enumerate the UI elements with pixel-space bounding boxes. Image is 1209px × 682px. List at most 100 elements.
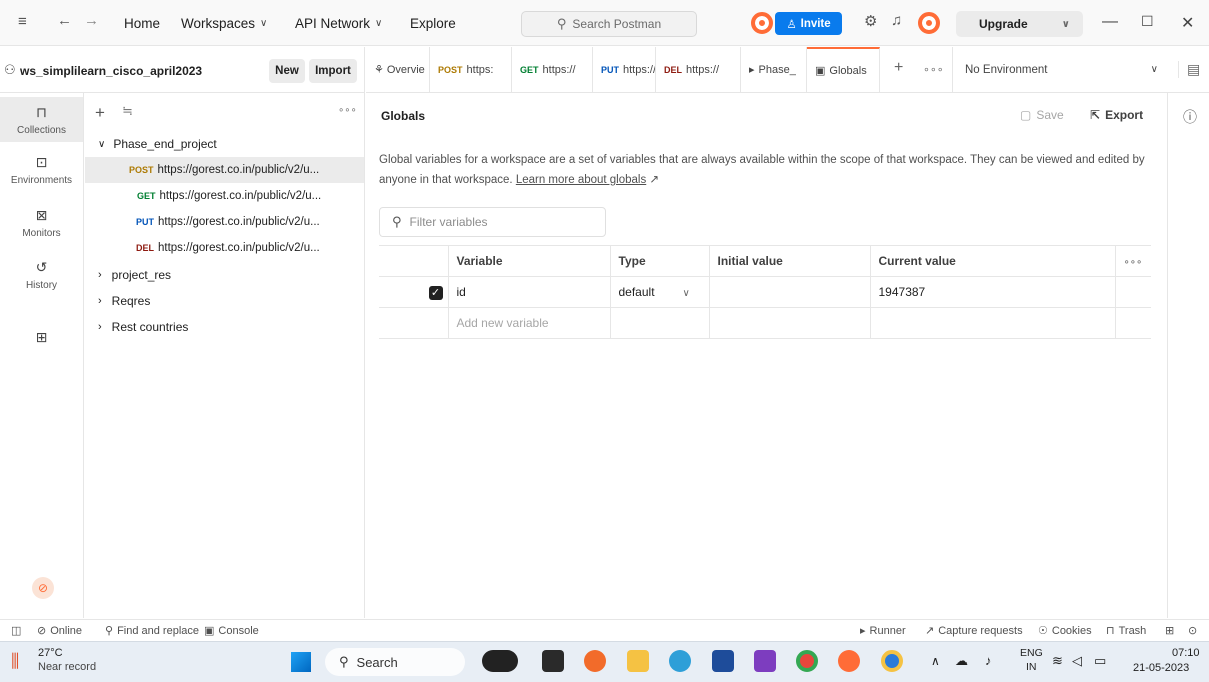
- new-button[interactable]: New: [269, 59, 305, 83]
- chevron-down-icon: ∨: [98, 138, 106, 150]
- filter-variables-input[interactable]: ⚲ Filter variables: [379, 207, 606, 237]
- chevron-up-icon[interactable]: ∧: [931, 654, 940, 668]
- chrome-icon[interactable]: [796, 650, 818, 672]
- tab-globals[interactable]: ▣ Globals: [807, 47, 880, 92]
- current-value-cell[interactable]: [870, 307, 1116, 339]
- trash-button[interactable]: ⊓ Trash: [1106, 624, 1146, 638]
- tree-collection-reqres[interactable]: › Reqres: [85, 288, 364, 314]
- tree-request-del[interactable]: DEL https://gorest.co.in/public/v2/u...: [85, 235, 364, 261]
- gear-icon[interactable]: ⚙: [864, 12, 877, 30]
- tab-get-request[interactable]: GET https://: [512, 47, 593, 92]
- file-explorer-icon[interactable]: [627, 650, 649, 672]
- battery-icon[interactable]: ▭: [1094, 653, 1106, 669]
- minimize-icon[interactable]: —: [1102, 13, 1118, 31]
- collection-filter[interactable]: ≒: [116, 101, 333, 123]
- add-icon[interactable]: +: [95, 103, 105, 123]
- online-status[interactable]: ⊘ Online: [37, 624, 82, 638]
- tree-collection-project-res[interactable]: › project_res: [85, 262, 364, 288]
- onenote-icon[interactable]: [754, 650, 776, 672]
- export-button[interactable]: ⇱ Export: [1090, 108, 1143, 122]
- postbot-icon[interactable]: ⊘: [32, 577, 54, 599]
- close-icon[interactable]: ✕: [1181, 13, 1194, 33]
- language-indicator[interactable]: ENG: [1020, 647, 1043, 659]
- upgrade-button[interactable]: Upgrade ∨: [956, 11, 1083, 37]
- cloud-icon[interactable]: ☁: [955, 653, 968, 669]
- nav-workspaces[interactable]: Workspaces ∨: [181, 0, 267, 46]
- tree-collection-phase-end-project[interactable]: ∨ Phase_end_project: [85, 131, 364, 157]
- sidebar-item-environments[interactable]: ⊡ Environments: [0, 154, 83, 186]
- menu-icon[interactable]: ≡: [18, 13, 27, 30]
- global-search[interactable]: ⚲ Search Postman: [521, 11, 697, 37]
- tab-put-request[interactable]: PUT https://: [593, 47, 656, 92]
- taskbar-search[interactable]: ⚲ Search: [325, 648, 465, 676]
- layout-icon[interactable]: ⊞: [1165, 624, 1174, 637]
- invite-button[interactable]: ♙ Invite: [775, 12, 842, 35]
- runner-button[interactable]: ▸ Runner: [860, 624, 906, 638]
- show-desktop[interactable]: [1200, 670, 1203, 673]
- nav-explore[interactable]: Explore: [410, 0, 456, 46]
- checkbox-checked[interactable]: ✓: [428, 285, 443, 300]
- tab-collection[interactable]: ▸ Phase_: [741, 47, 807, 92]
- tree-request-post[interactable]: POST https://gorest.co.in/public/v2/u...: [85, 157, 364, 183]
- store-icon[interactable]: [712, 650, 734, 672]
- find-replace-button[interactable]: ⚲ Find and replace: [105, 624, 199, 638]
- avatar[interactable]: [918, 12, 940, 34]
- add-variable-input[interactable]: Add new variable: [448, 307, 611, 339]
- console-button[interactable]: ▣ Console: [204, 624, 259, 638]
- capture-requests-button[interactable]: ↗ Capture requests: [925, 624, 1023, 638]
- variable-cell[interactable]: id: [448, 276, 611, 308]
- more-tabs-icon[interactable]: ∘∘∘: [923, 63, 944, 76]
- current-value-cell[interactable]: 1947387: [870, 276, 1116, 308]
- wifi-icon[interactable]: ≋: [1052, 653, 1063, 669]
- runner-label: Runner: [869, 624, 906, 637]
- tab-label: https://: [623, 63, 656, 76]
- nav-api-network[interactable]: API Network ∨: [295, 0, 382, 46]
- forward-arrow-icon[interactable]: →: [84, 12, 99, 29]
- type-select[interactable]: default ∨: [610, 276, 710, 308]
- toggle-sidebar-icon[interactable]: ◫: [11, 624, 21, 637]
- help-icon[interactable]: ⊙: [1188, 624, 1197, 637]
- sidebar-item-history[interactable]: ↺ History: [0, 259, 83, 291]
- tree-request-get[interactable]: GET https://gorest.co.in/public/v2/u...: [85, 183, 364, 209]
- tab-del-request[interactable]: DEL https://: [656, 47, 741, 92]
- firefox-icon[interactable]: [584, 650, 606, 672]
- postman-icon[interactable]: [838, 650, 860, 672]
- tree-collection-rest-countries[interactable]: › Rest countries: [85, 314, 364, 340]
- microphone-icon[interactable]: ♪: [985, 653, 992, 668]
- app-icon[interactable]: [881, 650, 903, 672]
- environment-selector[interactable]: No Environment ∨: [952, 47, 1168, 92]
- chevron-down-icon[interactable]: ∨: [1062, 19, 1070, 30]
- clock-time[interactable]: 07:10: [1172, 647, 1200, 659]
- tab-post-request[interactable]: POST https:: [430, 47, 512, 92]
- initial-value-cell[interactable]: [709, 276, 871, 308]
- environment-quick-look-icon[interactable]: ▤: [1178, 61, 1200, 78]
- maximize-icon[interactable]: ☐: [1141, 13, 1154, 30]
- tab-overview[interactable]: ⚘ Overvie: [366, 47, 430, 92]
- type-cell[interactable]: [610, 307, 710, 339]
- sidebar-item-configure[interactable]: ⊞: [0, 329, 83, 350]
- sync-status-icon[interactable]: [751, 12, 773, 34]
- back-arrow-icon[interactable]: ←: [57, 12, 72, 29]
- table-options[interactable]: ∘∘∘: [1115, 245, 1151, 277]
- windows-start-icon[interactable]: [291, 652, 311, 672]
- nav-home[interactable]: Home: [124, 0, 160, 46]
- initial-value-cell[interactable]: [709, 307, 871, 339]
- tree-request-put[interactable]: PUT https://gorest.co.in/public/v2/u...: [85, 209, 364, 235]
- app-icon[interactable]: [542, 650, 564, 672]
- workspace-name[interactable]: ws_simplilearn_cisco_april2023: [20, 64, 202, 78]
- cookies-button[interactable]: ☉ Cookies: [1038, 624, 1092, 638]
- thermometer-icon[interactable]: ⫼: [11, 651, 19, 672]
- edge-icon[interactable]: [669, 650, 691, 672]
- clock-date[interactable]: 21-05-2023: [1133, 662, 1189, 674]
- info-icon[interactable]: ⓘ: [1183, 107, 1197, 127]
- cisco-app-icon[interactable]: [482, 650, 518, 672]
- more-options-icon[interactable]: ∘∘∘: [338, 105, 357, 116]
- learn-more-link[interactable]: Learn more about globals: [516, 174, 646, 186]
- new-tab-icon[interactable]: +: [894, 59, 903, 77]
- bell-icon[interactable]: ♫: [891, 12, 902, 29]
- import-button[interactable]: Import: [309, 59, 357, 83]
- volume-icon[interactable]: ◁: [1072, 653, 1082, 669]
- sidebar-item-collections[interactable]: ⊓ Collections: [0, 97, 83, 142]
- sidebar-item-monitors[interactable]: ⊠ Monitors: [0, 207, 83, 239]
- save-button[interactable]: ▢ Save: [1020, 108, 1064, 122]
